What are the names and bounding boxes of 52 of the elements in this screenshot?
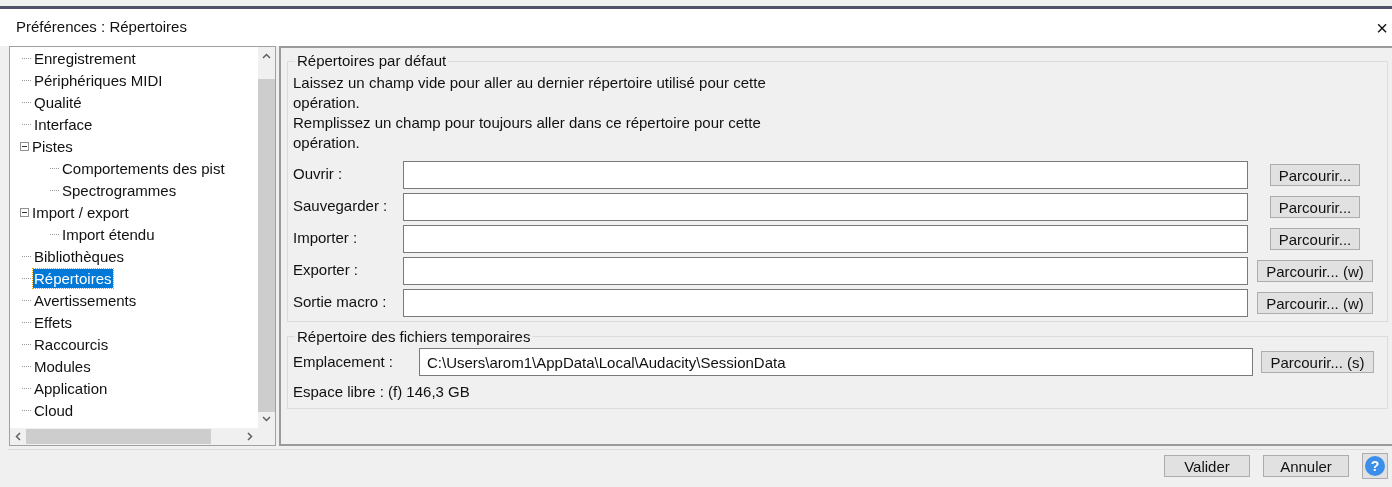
browse-button[interactable]: Parcourir... (w) xyxy=(1257,291,1373,314)
tree-item[interactable]: Enregistrement xyxy=(33,48,137,68)
tree-item[interactable]: Effets xyxy=(33,312,74,332)
group-title: Répertoire des fichiers temporaires xyxy=(296,326,532,347)
dialog-button[interactable]: Annuler xyxy=(1263,455,1349,477)
field-label: Emplacement : xyxy=(293,351,395,372)
tree-item[interactable]: Répertoires xyxy=(33,268,113,288)
scroll-left-icon[interactable] xyxy=(15,432,21,441)
tree-item[interactable]: Raccourcis xyxy=(33,334,110,354)
field-label: Sauvegarder : xyxy=(293,196,389,217)
tree-item[interactable]: Périphériques MIDI xyxy=(33,70,164,90)
description-text: Laissez un champ vide pour aller au dernier répertoire utilisé pour cette opération. xyxy=(293,72,767,113)
input-field[interactable] xyxy=(403,160,1248,189)
close-button[interactable]: × xyxy=(1376,17,1388,38)
tree-item[interactable]: Cloud xyxy=(33,400,75,420)
browse-button[interactable]: Parcourir... xyxy=(1269,195,1361,218)
free-space-text: Espace libre : (f) 146,3 GB xyxy=(293,382,471,402)
horizontal-scrollbar[interactable] xyxy=(10,428,275,445)
tree-item[interactable]: Application xyxy=(33,378,109,398)
dialog-button[interactable]: Valider xyxy=(1164,455,1250,477)
browse-button[interactable]: Parcourir... (w) xyxy=(1257,259,1373,282)
tree-item[interactable]: Modules xyxy=(33,356,92,376)
browse-button[interactable]: Parcourir... (s) xyxy=(1261,351,1374,373)
input-field[interactable]: C:\Users\arom1\AppData\Local\Audacity\SessionData xyxy=(419,348,1253,376)
scroll-up-icon[interactable] xyxy=(262,53,271,59)
tree-item[interactable]: Qualité xyxy=(33,92,83,112)
collapse-icon[interactable] xyxy=(20,207,29,217)
input-field[interactable] xyxy=(403,288,1248,317)
field-label: Exporter : xyxy=(293,260,360,281)
tree-item[interactable]: Spectrogrammes xyxy=(61,180,178,200)
browse-button[interactable]: Parcourir... xyxy=(1269,227,1361,250)
scroll-right-icon[interactable] xyxy=(247,432,253,441)
field-label: Importer : xyxy=(293,228,359,249)
collapse-icon[interactable] xyxy=(20,141,29,151)
scroll-down-icon[interactable] xyxy=(262,416,271,422)
description-text: Remplissez un champ pour toujours aller dans ce répertoire pour cette opération. xyxy=(293,112,762,153)
tree-item[interactable]: Comportements des pist xyxy=(61,158,226,178)
tree-item[interactable]: Import étendu xyxy=(61,224,156,244)
input-field[interactable] xyxy=(403,224,1248,253)
window-title: Préférences : Répertoires xyxy=(16,17,187,38)
tree-item[interactable]: Import / export xyxy=(31,202,130,222)
tree-item[interactable]: Avertissements xyxy=(33,290,138,310)
tree-item[interactable]: Interface xyxy=(33,114,94,134)
field-label: Sortie macro : xyxy=(293,292,388,313)
group-title: Répertoires par défaut xyxy=(296,51,448,71)
input-field[interactable] xyxy=(403,256,1248,285)
field-label: Ouvrir : xyxy=(293,164,344,185)
input-field[interactable] xyxy=(403,192,1248,221)
tree-item[interactable]: Pistes xyxy=(31,136,74,156)
browse-button[interactable]: Parcourir... xyxy=(1269,163,1361,186)
tree-item[interactable]: Bibliothèques xyxy=(33,246,126,266)
vertical-scrollbar[interactable] xyxy=(258,47,275,428)
